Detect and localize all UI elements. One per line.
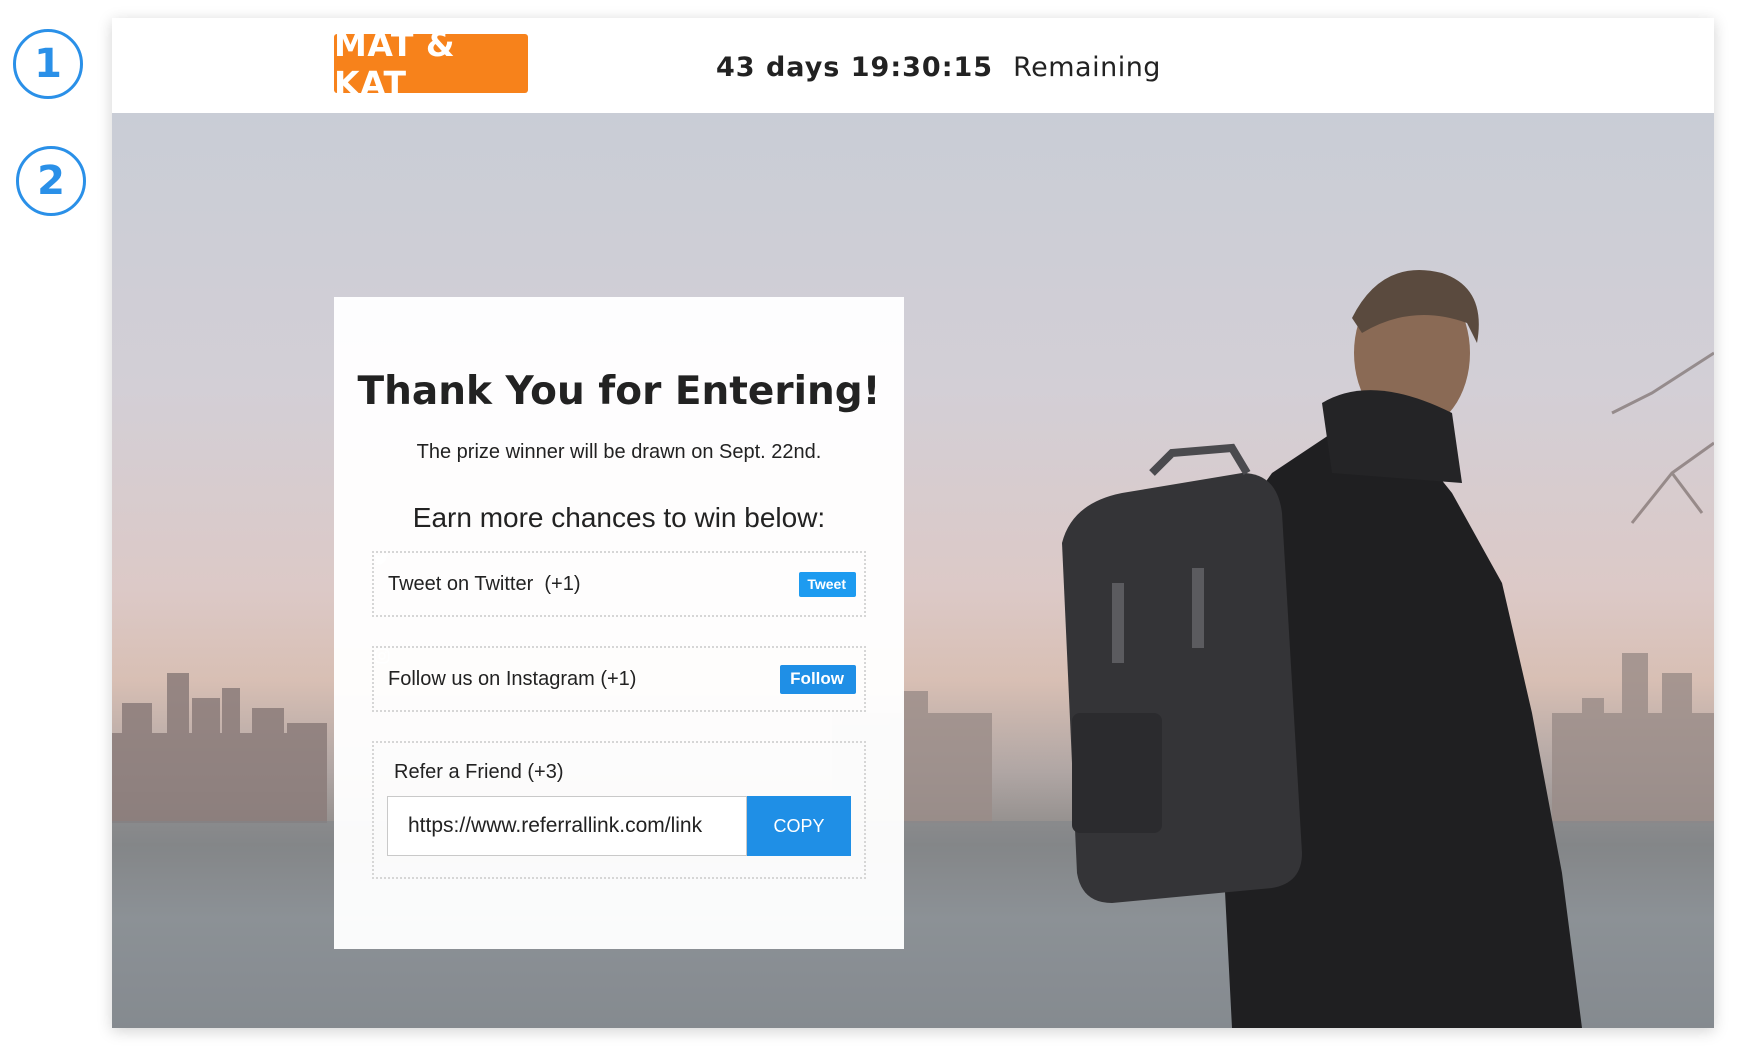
twitter-bird-icon bbox=[374, 553, 388, 565]
header-bar: MAT & KAT 43 days 19:30:15 Remaining bbox=[112, 18, 1714, 113]
page-preview: MAT & KAT 43 days 19:30:15 Remaining Tha… bbox=[112, 18, 1714, 1028]
city-skyline-left bbox=[112, 673, 327, 823]
action-tweet-row: Tweet on Twitter (+1) Tweet bbox=[372, 551, 866, 617]
card-title: Thank You for Entering! bbox=[357, 369, 881, 414]
refer-friend-label: Refer a Friend (+3) bbox=[394, 761, 564, 783]
follow-button[interactable]: Follow bbox=[374, 648, 856, 694]
step-marker-1: 1 bbox=[13, 29, 83, 99]
tree-branches bbox=[1611, 351, 1714, 524]
action-tweet-label: Tweet on Twitter (+1) bbox=[388, 572, 581, 595]
action-instagram-row: Follow us on Instagram (+1) Follow bbox=[372, 646, 866, 712]
earn-heading: Earn more chances to win below: bbox=[412, 502, 826, 533]
thank-you-card: Thank You for Entering! The prize winner… bbox=[334, 297, 904, 949]
refer-friend-box: Refer a Friend (+3) COPY bbox=[372, 741, 866, 879]
action-instagram-label: Follow us on Instagram (+1) bbox=[388, 667, 637, 690]
tweet-button[interactable]: Tweet bbox=[374, 553, 856, 597]
brand-logo[interactable]: MAT & KAT bbox=[334, 25, 528, 103]
card-subtitle: The prize winner will be drawn on Sept. … bbox=[416, 441, 822, 463]
tweet-button-label: Tweet bbox=[807, 576, 846, 592]
step-marker-2: 2 bbox=[16, 146, 86, 216]
countdown-time: 43 days 19:30:15 bbox=[716, 51, 994, 83]
copy-link-button[interactable]: COPY bbox=[747, 796, 851, 856]
countdown-timer: 43 days 19:30:15 Remaining bbox=[716, 48, 1161, 86]
follow-button-label: Follow bbox=[790, 669, 844, 688]
countdown-suffix: Remaining bbox=[1013, 51, 1161, 83]
hero-background-photo: Thank You for Entering! The prize winner… bbox=[112, 113, 1714, 1028]
instagram-icon bbox=[374, 648, 390, 664]
referral-link-input[interactable] bbox=[387, 796, 747, 856]
